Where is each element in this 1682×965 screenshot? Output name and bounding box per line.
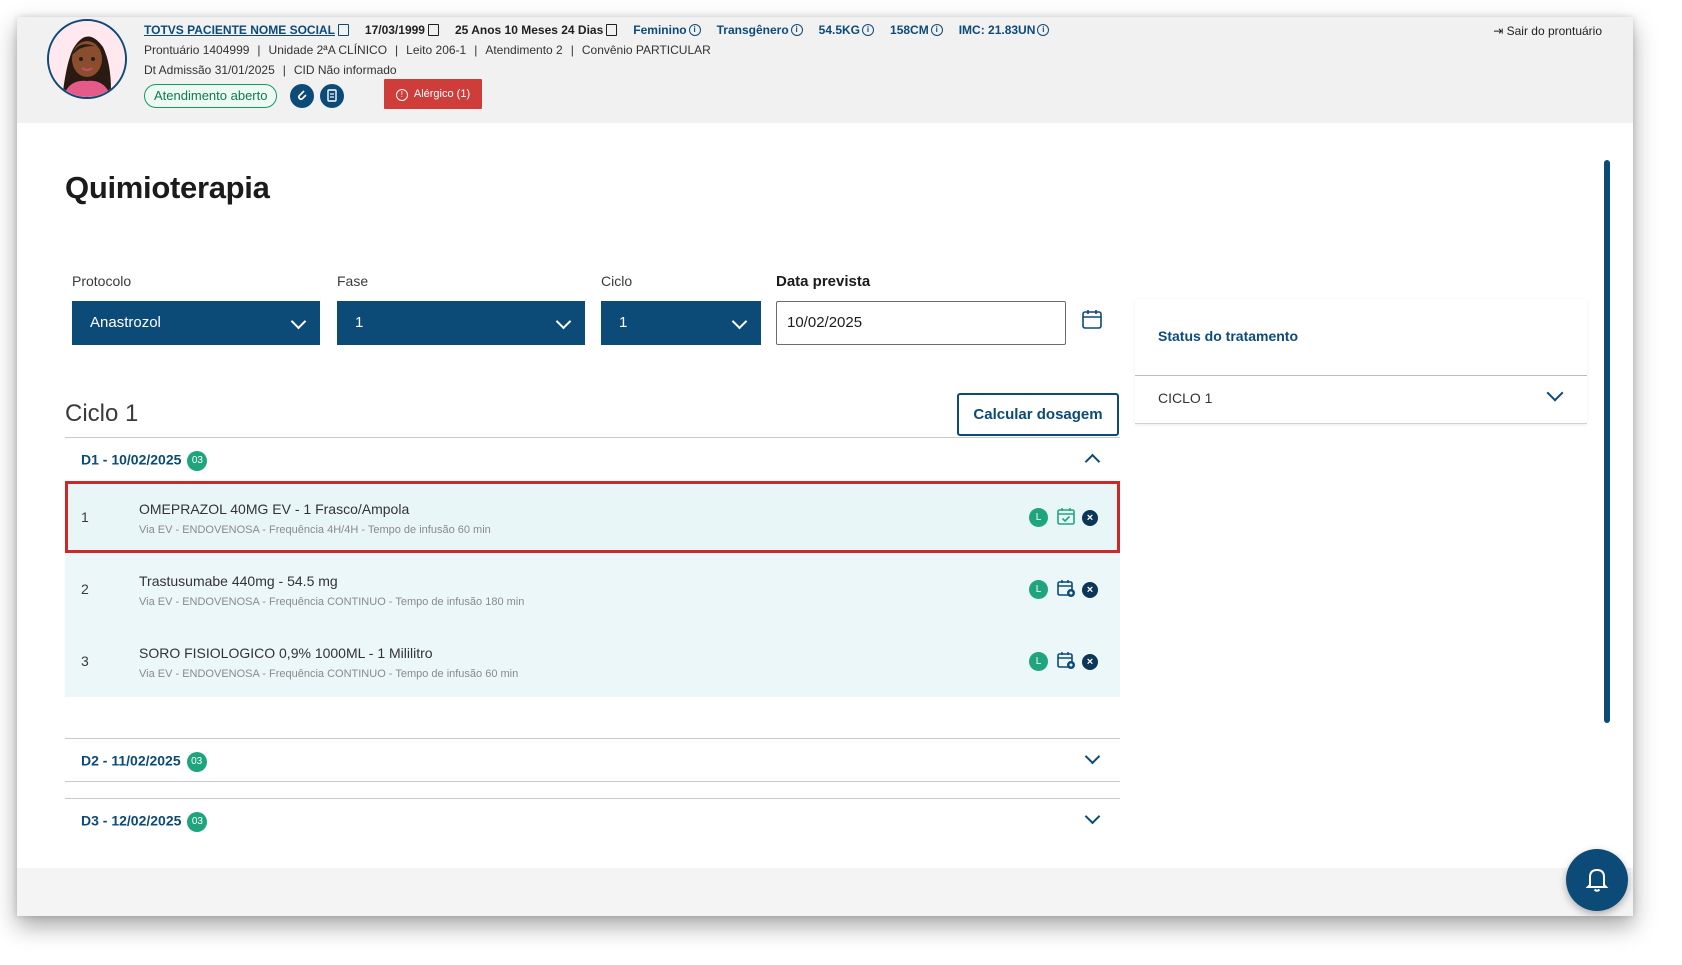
status-tag[interactable]: L — [1029, 580, 1048, 599]
app-window: TOTVS PACIENTE NOME SOCIAL 17/03/1999 25… — [17, 17, 1633, 916]
info-icon[interactable]: i — [790, 24, 803, 36]
calendar-gear-icon[interactable] — [1056, 578, 1076, 598]
patient-avatar — [47, 19, 127, 99]
allergy-button[interactable]: ! Alérgico (1) — [384, 79, 482, 109]
calendar-icon — [606, 24, 618, 36]
notifications-button[interactable] — [1566, 849, 1628, 911]
chevron-down-icon — [731, 313, 748, 330]
calendar-gear-icon[interactable] — [1056, 650, 1076, 670]
atendimento: Atendimento 2 — [485, 43, 563, 57]
chevron-down-icon[interactable] — [1546, 384, 1564, 402]
calendar-icon[interactable] — [1081, 308, 1103, 330]
status-badge: Atendimento aberto — [144, 84, 278, 108]
exit-icon: ⇥ — [1493, 24, 1507, 38]
day-title: D2 - 11/02/2025 03 — [81, 752, 207, 772]
protocolo-label: Protocolo — [72, 273, 132, 289]
remove-icon[interactable]: × — [1082, 510, 1098, 526]
cycle-section-title: Ciclo 1 — [65, 400, 139, 427]
day-title: D3 - 12/02/2025 03 — [81, 812, 208, 832]
unidade: Unidade 2ªA CLÍNICO — [268, 43, 388, 57]
document-icon — [327, 89, 337, 102]
day-title: D1 - 10/02/2025 03 — [81, 451, 208, 471]
medication-name: Trastusumabe 440mg - 54.5 mg — [139, 573, 338, 589]
chevron-down-icon — [290, 313, 307, 330]
remove-icon[interactable]: × — [1082, 582, 1098, 598]
info-icon[interactable]: i — [862, 24, 875, 36]
gender-identity: Transgênero i — [717, 23, 803, 37]
count-badge: 03 — [187, 451, 208, 471]
cycle-accordion-label[interactable]: CICLO 1 — [1158, 390, 1212, 406]
count-badge: 03 — [187, 812, 208, 832]
exit-record-link[interactable]: ⇥ Sair do prontuário — [1493, 24, 1602, 38]
admission-date: Dt Admissão 31/01/2025 — [144, 63, 275, 77]
patient-name-link[interactable]: TOTVS PACIENTE NOME SOCIAL — [144, 23, 349, 37]
clinical-info-row: Dt Admissão 31/01/2025 | CID Não informad… — [144, 63, 397, 77]
ciclo-label: Ciclo — [601, 273, 633, 289]
chevron-up-icon[interactable] — [1084, 453, 1101, 470]
attachment-button[interactable] — [290, 84, 314, 108]
birth-date: 17/03/1999 — [365, 23, 439, 37]
height: 158CM i — [890, 23, 943, 37]
chevron-down-icon[interactable] — [1084, 808, 1101, 825]
calendar-check-icon[interactable] — [1056, 506, 1076, 526]
medication-number: 3 — [81, 653, 89, 669]
gender: Feminino i — [633, 23, 701, 37]
data-prevista-label: Data prevista — [776, 273, 871, 290]
cid: CID Não informado — [293, 63, 397, 77]
status-tag[interactable]: L — [1029, 508, 1048, 527]
scrollbar[interactable] — [1604, 160, 1610, 723]
chevron-down-icon — [555, 313, 572, 330]
patient-header: TOTVS PACIENTE NOME SOCIAL 17/03/1999 25… — [17, 17, 1633, 123]
medication-description: Via EV - ENDOVENOSA - Frequência CONTINU… — [139, 668, 519, 680]
medication-row[interactable]: 2 Trastusumabe 440mg - 54.5 mg Via EV - … — [65, 553, 1120, 625]
footer — [17, 868, 1633, 916]
medication-name: SORO FISIOLOGICO 0,9% 1000ML - 1 Mililit… — [139, 645, 433, 661]
day-accordion-header[interactable]: D3 - 12/02/2025 03 — [65, 798, 1120, 842]
divider — [1135, 423, 1587, 424]
medication-number: 1 — [81, 509, 89, 525]
calculate-dosage-button[interactable]: Calcular dosagem — [957, 393, 1119, 436]
divider — [1135, 375, 1587, 376]
weight: 54.5KG i — [819, 23, 875, 37]
medication-name: OMEPRAZOL 40MG EV - 1 Frasco/Ampola — [139, 501, 410, 517]
age: 25 Anos 10 Meses 24 Dias — [455, 23, 618, 37]
convenio: Convênio PARTICULAR — [581, 43, 711, 57]
copy-icon[interactable] — [337, 24, 349, 36]
status-tag[interactable]: L — [1029, 652, 1048, 671]
patient-info-row: TOTVS PACIENTE NOME SOCIAL 17/03/1999 25… — [144, 23, 1065, 37]
paperclip-icon — [297, 90, 307, 101]
data-prevista-input[interactable]: 10/02/2025 — [776, 301, 1066, 345]
page-title: Quimioterapia — [65, 170, 270, 205]
fase-select[interactable]: 1 — [337, 301, 585, 345]
bell-icon — [1585, 868, 1609, 892]
main-content: Quimioterapia Protocolo Anastrozol Fase … — [17, 123, 1633, 868]
info-icon[interactable]: i — [930, 24, 943, 36]
medication-row[interactable]: 1 OMEPRAZOL 40MG EV - 1 Frasco/Ampola Vi… — [65, 481, 1120, 553]
medication-description: Via EV - ENDOVENOSA - Frequência 4H/4H -… — [139, 524, 491, 536]
treatment-status-panel: Status do tratamento CICLO 1 — [1135, 299, 1587, 424]
medication-description: Via EV - ENDOVENOSA - Frequência CONTINU… — [139, 596, 525, 608]
remove-icon[interactable]: × — [1082, 654, 1098, 670]
prontuario: Prontuário 1404999 — [144, 43, 250, 57]
chevron-down-icon[interactable] — [1084, 748, 1101, 765]
day-accordion-header[interactable]: D2 - 11/02/2025 03 — [65, 738, 1120, 782]
medication-row[interactable]: 3 SORO FISIOLOGICO 0,9% 1000ML - 1 Milil… — [65, 625, 1120, 697]
count-badge: 03 — [186, 752, 207, 772]
protocolo-select[interactable]: Anastrozol — [72, 301, 320, 345]
bmi: IMC: 21.83UN i — [959, 23, 1050, 37]
info-icon[interactable]: i — [688, 24, 701, 36]
document-button[interactable] — [320, 84, 344, 108]
fase-label: Fase — [337, 273, 369, 289]
admission-info-row: Prontuário 1404999 | Unidade 2ªA CLÍNICO |… — [144, 43, 711, 57]
info-icon[interactable]: i — [1037, 24, 1050, 36]
leito: Leito 206-1 — [406, 43, 467, 57]
ciclo-select[interactable]: 1 — [601, 301, 761, 345]
medication-number: 2 — [81, 581, 89, 597]
calendar-icon — [427, 24, 439, 36]
day-accordion-header[interactable]: D1 - 10/02/2025 03 — [65, 437, 1120, 481]
alert-icon: ! — [395, 89, 408, 101]
status-panel-title: Status do tratamento — [1158, 328, 1299, 344]
